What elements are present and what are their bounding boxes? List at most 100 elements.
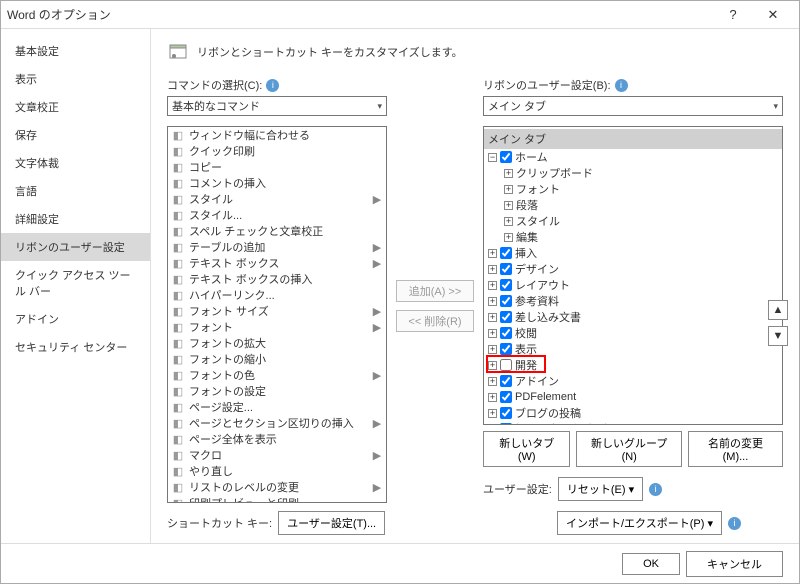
tab-checkbox[interactable] — [500, 279, 512, 291]
command-item[interactable]: ◧クイック印刷 — [168, 143, 386, 159]
sidebar-item[interactable]: クイック アクセス ツール バー — [1, 261, 150, 305]
new-group-button[interactable]: 新しいグループ(N) — [576, 431, 682, 467]
command-item[interactable]: ◧テキスト ボックスの挿入 — [168, 271, 386, 287]
tree-item[interactable]: +差し込み文書 — [484, 309, 782, 325]
command-item[interactable]: ◧ハイパーリンク... — [168, 287, 386, 303]
expand-toggle[interactable]: + — [488, 425, 497, 426]
tree-item[interactable]: +PDFelement — [484, 389, 782, 405]
command-item[interactable]: ◧フォントの色▶ — [168, 367, 386, 383]
tab-checkbox[interactable] — [500, 327, 512, 339]
expand-toggle[interactable]: + — [488, 361, 497, 370]
tree-item[interactable]: +スタイル — [484, 213, 782, 229]
sidebar-item[interactable]: リボンのユーザー設定 — [1, 233, 150, 261]
tab-checkbox[interactable] — [500, 311, 512, 323]
command-item[interactable]: ◧フォントの設定 — [168, 383, 386, 399]
tab-checkbox[interactable] — [500, 151, 512, 163]
tree-item[interactable]: +挿入 (ブログの投稿) — [484, 421, 782, 425]
expand-toggle[interactable]: + — [488, 281, 497, 290]
new-tab-button[interactable]: 新しいタブ(W) — [483, 431, 570, 467]
sidebar-item[interactable]: 保存 — [1, 121, 150, 149]
remove-button[interactable]: << 削除(R) — [396, 310, 474, 332]
tree-item[interactable]: +編集 — [484, 229, 782, 245]
import-export-button[interactable]: インポート/エクスポート(P) ▾ — [557, 511, 722, 535]
tab-checkbox[interactable] — [500, 295, 512, 307]
expand-toggle[interactable]: + — [504, 233, 513, 242]
expand-toggle[interactable]: + — [504, 201, 513, 210]
sidebar-item[interactable]: 表示 — [1, 65, 150, 93]
command-item[interactable]: ◧フォント サイズ▶ — [168, 303, 386, 319]
expand-toggle[interactable]: + — [488, 409, 497, 418]
tree-item[interactable]: +クリップボード — [484, 165, 782, 181]
tab-checkbox[interactable] — [500, 407, 512, 419]
command-item[interactable]: ◧スタイル... — [168, 207, 386, 223]
add-button[interactable]: 追加(A) >> — [396, 280, 474, 302]
command-item[interactable]: ◧やり直し — [168, 463, 386, 479]
tree-item[interactable]: +ブログの投稿 — [484, 405, 782, 421]
help-icon[interactable]: i — [728, 517, 741, 530]
command-item[interactable]: ◧コメントの挿入 — [168, 175, 386, 191]
tab-checkbox[interactable] — [500, 423, 512, 425]
tree-item[interactable]: −ホーム — [484, 149, 782, 165]
help-icon[interactable]: i — [615, 79, 628, 92]
sidebar-item[interactable]: セキュリティ センター — [1, 333, 150, 361]
sidebar-item[interactable]: 文字体裁 — [1, 149, 150, 177]
move-up-button[interactable]: ▲ — [768, 300, 788, 320]
command-item[interactable]: ◧テキスト ボックス▶ — [168, 255, 386, 271]
expand-toggle[interactable]: + — [488, 313, 497, 322]
expand-toggle[interactable]: + — [488, 329, 497, 338]
tree-item[interactable]: +校閲 — [484, 325, 782, 341]
expand-toggle[interactable]: + — [488, 265, 497, 274]
sidebar-item[interactable]: 基本設定 — [1, 37, 150, 65]
command-item[interactable]: ◧ページ設定... — [168, 399, 386, 415]
command-item[interactable]: ◧リストのレベルの変更▶ — [168, 479, 386, 495]
tree-item[interactable]: +挿入 — [484, 245, 782, 261]
tree-item[interactable]: +レイアウト — [484, 277, 782, 293]
tree-item[interactable]: +アドイン — [484, 373, 782, 389]
command-item[interactable]: ◧スペル チェックと文章校正 — [168, 223, 386, 239]
command-item[interactable]: ◧ウィンドウ幅に合わせる — [168, 127, 386, 143]
tree-item[interactable]: +参考資料 — [484, 293, 782, 309]
tree-item[interactable]: +デザイン — [484, 261, 782, 277]
help-icon[interactable]: i — [266, 79, 279, 92]
command-item[interactable]: ◧コピー — [168, 159, 386, 175]
command-item[interactable]: ◧マクロ▶ — [168, 447, 386, 463]
move-down-button[interactable]: ▼ — [768, 326, 788, 346]
close-button[interactable]: ✕ — [753, 1, 793, 29]
command-item[interactable]: ◧フォントの縮小 — [168, 351, 386, 367]
command-item[interactable]: ◧ページとセクション区切りの挿入▶ — [168, 415, 386, 431]
choose-commands-select[interactable]: 基本的なコマンド ▾ — [167, 96, 387, 116]
expand-toggle[interactable]: + — [488, 345, 497, 354]
sidebar-item[interactable]: 言語 — [1, 177, 150, 205]
command-item[interactable]: ◧フォントの拡大 — [168, 335, 386, 351]
tab-checkbox[interactable] — [500, 391, 512, 403]
expand-toggle[interactable]: − — [488, 153, 497, 162]
command-item[interactable]: ◧テーブルの追加▶ — [168, 239, 386, 255]
commands-listbox[interactable]: ◧ウィンドウ幅に合わせる◧クイック印刷◧コピー◧コメントの挿入◧スタイル▶◧スタ… — [167, 126, 387, 503]
expand-toggle[interactable]: + — [504, 185, 513, 194]
reset-button[interactable]: リセット(E) ▾ — [558, 477, 643, 501]
tab-checkbox[interactable] — [500, 359, 512, 371]
command-item[interactable]: ◧ページ全体を表示 — [168, 431, 386, 447]
command-item[interactable]: ◧フォント▶ — [168, 319, 386, 335]
tree-item[interactable]: +開発 — [484, 357, 782, 373]
sidebar-item[interactable]: アドイン — [1, 305, 150, 333]
ribbon-scope-select[interactable]: メイン タブ ▾ — [483, 96, 783, 116]
sidebar-item[interactable]: 詳細設定 — [1, 205, 150, 233]
sidebar-item[interactable]: 文章校正 — [1, 93, 150, 121]
command-item[interactable]: ◧スタイル▶ — [168, 191, 386, 207]
tab-checkbox[interactable] — [500, 247, 512, 259]
cancel-button[interactable]: キャンセル — [686, 551, 783, 577]
tree-item[interactable]: +段落 — [484, 197, 782, 213]
ok-button[interactable]: OK — [622, 553, 680, 575]
tree-item[interactable]: +表示 — [484, 341, 782, 357]
tree-item[interactable]: +フォント — [484, 181, 782, 197]
command-item[interactable]: ◧印刷プレビューと印刷 — [168, 495, 386, 503]
customize-shortcut-button[interactable]: ユーザー設定(T)... — [278, 511, 385, 535]
ribbon-tree[interactable]: メイン タブ−ホーム+クリップボード+フォント+段落+スタイル+編集+挿入+デザ… — [483, 126, 783, 425]
expand-toggle[interactable]: + — [504, 169, 513, 178]
expand-toggle[interactable]: + — [488, 393, 497, 402]
tab-checkbox[interactable] — [500, 375, 512, 387]
rename-button[interactable]: 名前の変更(M)... — [688, 431, 783, 467]
expand-toggle[interactable]: + — [504, 217, 513, 226]
expand-toggle[interactable]: + — [488, 377, 497, 386]
